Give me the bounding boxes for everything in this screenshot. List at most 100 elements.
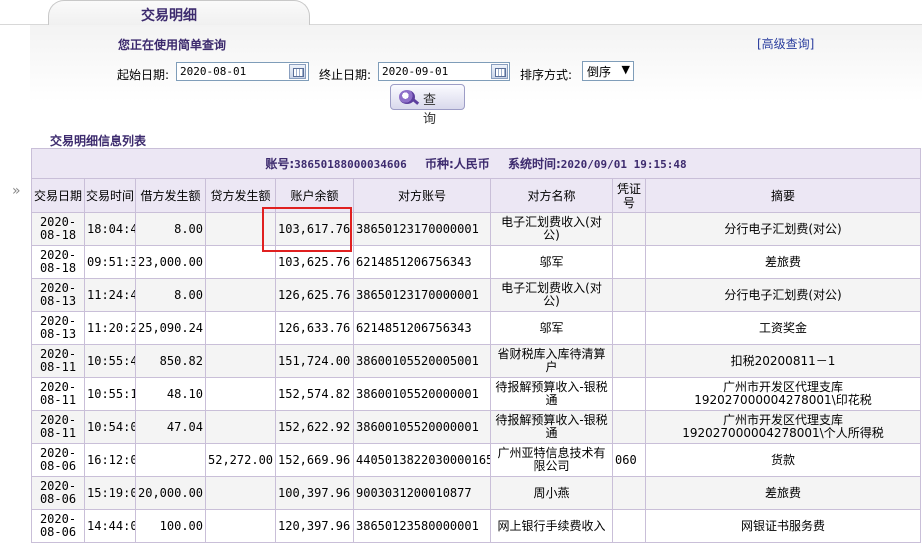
list-title: 交易明细信息列表 xyxy=(50,134,147,148)
date-cell: 2020-08-18 xyxy=(31,212,85,246)
account-number: 38650188000034606 xyxy=(294,158,407,171)
date-cell: 2020-08-13 xyxy=(31,278,85,312)
voucher-cell xyxy=(612,245,646,279)
credit-cell xyxy=(205,377,276,411)
credit-cell xyxy=(205,476,276,510)
date-cell: 2020-08-06 xyxy=(31,443,85,477)
balance-cell: 152,574.82 xyxy=(275,377,354,411)
memo-cell: 广州市开发区代理支库192027000004278001\个人所得税 xyxy=(645,410,921,444)
counterparty-name-cell: 待报解预算收入-银税通 xyxy=(490,410,613,444)
counterparty-name-cell: 电子汇划费收入(对公) xyxy=(490,212,613,246)
counterparty-name-cell: 电子汇划费收入(对公) xyxy=(490,278,613,312)
balance-cell: 151,724.00 xyxy=(275,344,354,378)
balance-cell: 120,397.96 xyxy=(275,509,354,543)
counterparty-account-cell: 38600105520000001 xyxy=(353,377,491,411)
time-cell: 14:44:01 xyxy=(84,509,136,543)
date-cell: 2020-08-11 xyxy=(31,344,85,378)
memo-cell: 差旅费 xyxy=(645,245,921,279)
table-row[interactable]: 2020-08-1809:51:3623,000.00 103,625.76621… xyxy=(31,245,921,279)
query-button-label: 查 询 xyxy=(423,93,441,127)
table-row[interactable]: 2020-08-0614:44:01100.00 120,397.96386501… xyxy=(31,509,921,543)
query-panel: 您正在使用简单查询 [高级查询] 起始日期: 2020-08-01 终止日期: … xyxy=(30,25,922,135)
query-mode-hint: 您正在使用简单查询 xyxy=(118,38,227,52)
credit-cell xyxy=(205,245,276,279)
magnifier-icon xyxy=(399,90,415,104)
counterparty-name-cell: 待报解预算收入-银税通 xyxy=(490,377,613,411)
counterparty-name-cell: 邬军 xyxy=(490,311,613,345)
account-label: 账号: xyxy=(265,157,295,171)
transaction-table: 账号:38650188000034606 币种:人民币 系统时间:2020/09… xyxy=(31,148,921,543)
end-date-calendar-icon[interactable] xyxy=(491,64,508,79)
counterparty-account-cell: 9003031200010877 xyxy=(353,476,491,510)
col-header-time[interactable]: 交易时间 xyxy=(84,178,136,213)
credit-cell xyxy=(205,212,276,246)
time-cell: 09:51:36 xyxy=(84,245,136,279)
col-header-date[interactable]: 交易日期 xyxy=(31,178,85,213)
credit-cell xyxy=(205,509,276,543)
table-row[interactable]: 2020-08-0615:19:0720,000.00 100,397.96900… xyxy=(31,476,921,510)
counterparty-account-cell: 38650123170000001 xyxy=(353,212,491,246)
col-header-debit[interactable]: 借方发生额 xyxy=(135,178,206,213)
counterparty-name-cell: 广州亚特信息技术有限公司 xyxy=(490,443,613,477)
table-row[interactable]: 2020-08-1311:24:488.00 126,625.7638650123… xyxy=(31,278,921,312)
table-row[interactable]: 2020-08-1110:55:1248.10 152,574.823860010… xyxy=(31,377,921,411)
table-row[interactable]: 2020-08-1818:04:498.00 103,617.7638650123… xyxy=(31,212,921,246)
tab-label: 交易明细 xyxy=(141,8,197,24)
col-header-counterparty-name[interactable]: 对方名称 xyxy=(490,178,613,213)
tab-bar: 交易明细 xyxy=(0,0,922,26)
table-row[interactable]: 2020-08-1110:55:40850.82 151,724.00386001… xyxy=(31,344,921,378)
debit-cell: 48.10 xyxy=(135,377,206,411)
table-row[interactable]: 2020-08-0616:12:05 52,272.00152,669.96440… xyxy=(31,443,921,477)
chevron-down-icon: ▼ xyxy=(621,63,630,76)
balance-cell: 152,669.96 xyxy=(275,443,354,477)
time-cell: 11:24:48 xyxy=(84,278,136,312)
start-date-calendar-icon[interactable] xyxy=(289,64,306,79)
sort-order-value: 倒序 xyxy=(587,65,612,79)
time-cell: 10:54:08 xyxy=(84,410,136,444)
counterparty-account-cell: 38650123170000001 xyxy=(353,278,491,312)
balance-cell: 152,622.92 xyxy=(275,410,354,444)
expand-left-icon[interactable]: » xyxy=(12,183,21,199)
credit-cell xyxy=(205,311,276,345)
credit-cell: 52,272.00 xyxy=(205,443,276,477)
col-header-credit[interactable]: 贷方发生额 xyxy=(205,178,276,213)
memo-cell: 广州市开发区代理支库192027000004278001\印花税 xyxy=(645,377,921,411)
balance-cell: 100,397.96 xyxy=(275,476,354,510)
table-row[interactable]: 2020-08-1110:54:0847.04 152,622.923860010… xyxy=(31,410,921,444)
system-time-value: 2020/09/01 19:15:48 xyxy=(560,158,687,171)
end-date-label: 终止日期: xyxy=(319,68,372,82)
counterparty-name-cell: 邬军 xyxy=(490,245,613,279)
date-cell: 2020-08-11 xyxy=(31,377,85,411)
counterparty-name-cell: 网上银行手续费收入 xyxy=(490,509,613,543)
voucher-cell xyxy=(612,278,646,312)
time-cell: 16:12:05 xyxy=(84,443,136,477)
col-header-counterparty-account[interactable]: 对方账号 xyxy=(353,178,491,213)
col-header-voucher[interactable]: 凭证号 xyxy=(612,178,646,213)
advanced-query-link[interactable]: [高级查询] xyxy=(757,35,814,52)
counterparty-account-cell: 6214851206756343 xyxy=(353,245,491,279)
system-time-label: 系统时间: xyxy=(507,157,561,171)
balance-cell: 126,633.76 xyxy=(275,311,354,345)
counterparty-name-cell: 周小燕 xyxy=(490,476,613,510)
time-cell: 11:20:24 xyxy=(84,311,136,345)
time-cell: 18:04:49 xyxy=(84,212,136,246)
debit-cell: 47.04 xyxy=(135,410,206,444)
account-info-cell: 账号:38650188000034606 币种:人民币 系统时间:2020/09… xyxy=(31,148,921,179)
account-info-row: 账号:38650188000034606 币种:人民币 系统时间:2020/09… xyxy=(31,148,921,179)
counterparty-account-cell: 38600105520000001 xyxy=(353,410,491,444)
tab-transaction-details[interactable]: 交易明细 xyxy=(48,0,310,26)
memo-cell: 货款 xyxy=(645,443,921,477)
debit-cell: 850.82 xyxy=(135,344,206,378)
sort-order-select[interactable]: 倒序 ▼ xyxy=(582,61,634,81)
query-button[interactable]: 查 询 xyxy=(390,84,465,127)
date-cell: 2020-08-11 xyxy=(31,410,85,444)
voucher-cell: 060 xyxy=(612,443,646,477)
col-header-memo[interactable]: 摘要 xyxy=(645,178,921,213)
voucher-cell xyxy=(612,410,646,444)
date-cell: 2020-08-18 xyxy=(31,245,85,279)
debit-cell: 100.00 xyxy=(135,509,206,543)
table-row[interactable]: 2020-08-1311:20:2425,090.24 126,633.76621… xyxy=(31,311,921,345)
counterparty-account-cell: 38650123580000001 xyxy=(353,509,491,543)
col-header-balance[interactable]: 账户余额 xyxy=(275,178,354,213)
voucher-cell xyxy=(612,311,646,345)
